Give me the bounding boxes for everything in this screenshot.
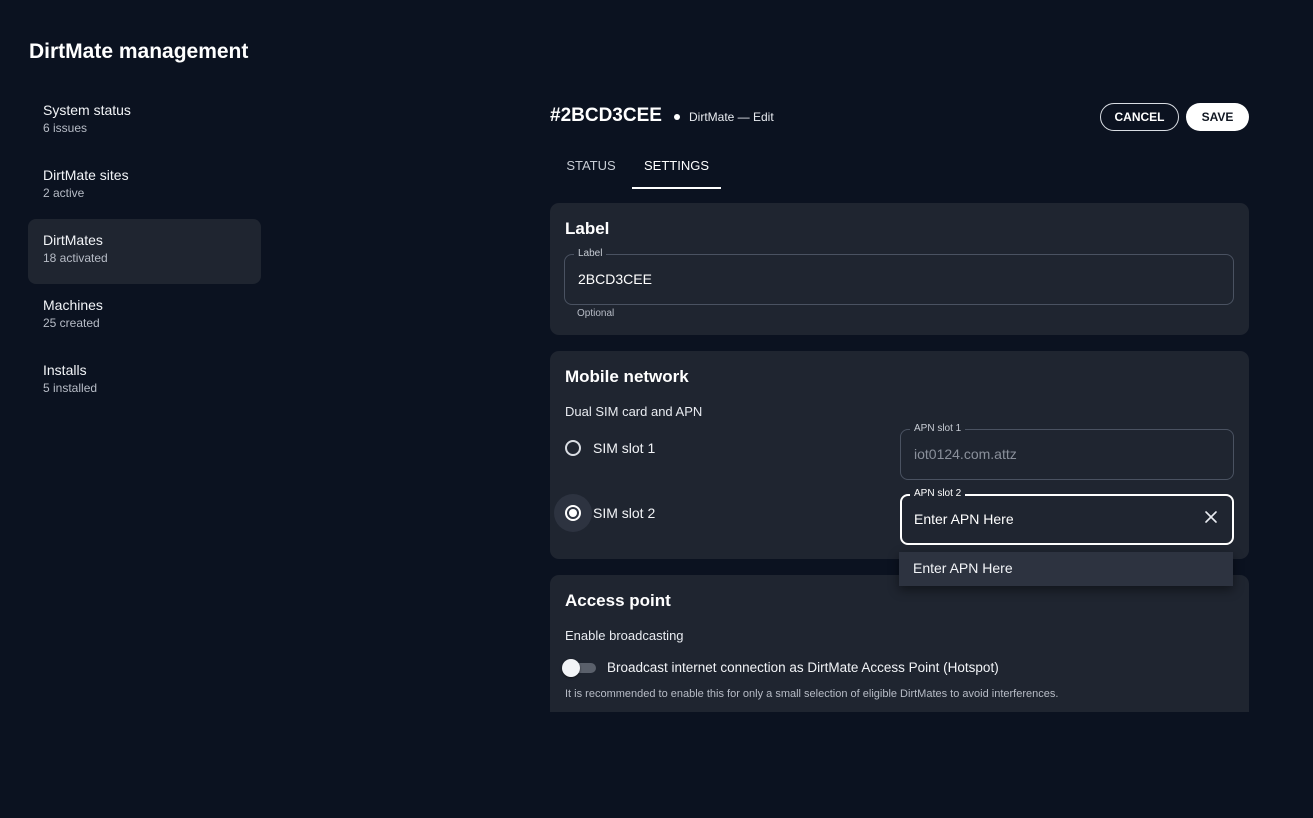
- radio-label: SIM slot 2: [593, 505, 656, 521]
- card-title: Access point: [565, 591, 671, 610]
- tab-settings[interactable]: SETTINGS: [632, 150, 721, 189]
- sidebar-item-label: Installs: [43, 362, 87, 378]
- sidebar-item-installs[interactable]: Installs 5 installed: [28, 349, 261, 414]
- radio-checked-icon: [565, 505, 581, 521]
- device-id-title: #2BCD3CEE: [550, 105, 662, 126]
- sidebar-item-dirtmate-sites[interactable]: DirtMate sites 2 active: [28, 154, 261, 219]
- sidebar-item-label: DirtMate sites: [43, 167, 129, 183]
- hotspot-hint: It is recommended to enable this for onl…: [565, 688, 1059, 700]
- radio-label: SIM slot 1: [593, 440, 656, 456]
- apn-suggestion-option[interactable]: Enter APN Here: [913, 560, 1013, 576]
- app-title: DirtMate management: [29, 40, 249, 63]
- label-field[interactable]: Label: [564, 247, 1234, 305]
- apn-slot-2-field[interactable]: APN slot 2: [900, 487, 1234, 545]
- close-icon[interactable]: [1202, 508, 1220, 526]
- helper-text: Optional: [577, 308, 615, 319]
- field-legend: APN slot 2: [910, 487, 966, 501]
- card-title: Label: [565, 219, 610, 238]
- sidebar-item-count: 25 created: [43, 316, 100, 330]
- sidebar-item-count: 18 activated: [43, 251, 108, 265]
- sim-slot-1-radio[interactable]: SIM slot 1: [554, 429, 674, 469]
- field-legend: APN slot 1: [910, 422, 966, 436]
- sidebar-item-label: DirtMates: [43, 232, 103, 248]
- apn-slot-1-input: [914, 446, 1196, 462]
- sidebar-item-label: Machines: [43, 297, 103, 313]
- cancel-button[interactable]: CANCEL: [1100, 103, 1179, 131]
- sidebar-item-dirtmates[interactable]: DirtMates 18 activated: [28, 219, 261, 284]
- apn-suggestion-dropdown: Enter APN Here: [899, 552, 1233, 586]
- sidebar: System status 6 issues DirtMate sites 2 …: [28, 89, 261, 414]
- hotspot-toggle[interactable]: [562, 659, 598, 677]
- field-legend: Label: [574, 247, 607, 261]
- sidebar-item-machines[interactable]: Machines 25 created: [28, 284, 261, 349]
- breadcrumb: DirtMate — Edit: [689, 110, 774, 124]
- sidebar-item-count: 5 installed: [43, 381, 98, 395]
- label-card: Label Label Optional: [550, 203, 1249, 335]
- save-button[interactable]: SAVE: [1186, 103, 1249, 131]
- radio-unchecked-icon: [565, 440, 581, 456]
- sidebar-item-count: 6 issues: [43, 121, 88, 135]
- hotspot-toggle-label: Broadcast internet connection as DirtMat…: [607, 660, 999, 675]
- sidebar-item-system-status[interactable]: System status 6 issues: [28, 89, 261, 154]
- section-subtitle: Dual SIM card and APN: [565, 404, 703, 419]
- sidebar-item-label: System status: [43, 102, 131, 118]
- card-title: Mobile network: [565, 367, 689, 386]
- apn-slot-2-input[interactable]: [914, 511, 1194, 527]
- separator-dot: [674, 114, 680, 120]
- label-input[interactable]: [578, 271, 1196, 287]
- mobile-network-card: Mobile network Dual SIM card and APN SIM…: [550, 351, 1249, 559]
- apn-slot-1-field: APN slot 1: [900, 422, 1234, 480]
- sidebar-item-count: 2 active: [43, 186, 85, 200]
- sim-slot-2-radio[interactable]: SIM slot 2: [554, 494, 674, 534]
- section-subtitle: Enable broadcasting: [565, 628, 684, 643]
- tab-status[interactable]: STATUS: [550, 150, 632, 189]
